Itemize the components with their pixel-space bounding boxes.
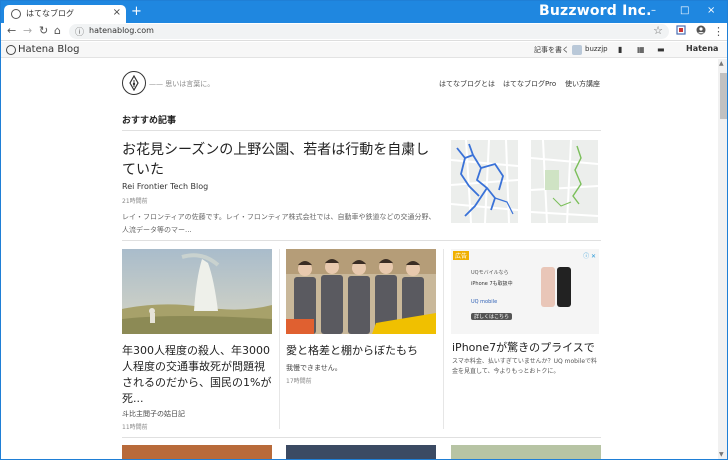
ad-line-2: iPhone 7も取扱中 [471,281,513,287]
site-tagline: —— 思いは言葉に。 [149,80,215,88]
hatena-header: Hatena Blog 記事を書く buzzjp ▮ ▦ ▬ Hatena [1,42,727,58]
featured-map-image-2[interactable] [531,140,598,223]
bookmark-icon[interactable]: ▮ [618,45,622,54]
nav-guide-link[interactable]: 使い方講座 [565,79,600,89]
card-1-title[interactable]: 年300人程度の殺人、年3000人程度の交通事故死が問題視されるのだから、国民の… [122,343,272,407]
card-1-time: 11時間前 [122,424,148,431]
tab-title: はてなブログ [26,9,74,18]
column-divider-2 [443,249,444,429]
next-card-image-1[interactable] [122,445,272,459]
browser-window: はてなブログ × + Buzzword Inc. – □ × ← → ↻ ⌂ ⓘ… [0,0,728,460]
home-button[interactable]: ⌂ [54,24,61,37]
hatena-blog-logo[interactable]: Hatena Blog [18,44,79,55]
scroll-down-icon[interactable]: ▼ [719,451,724,458]
featured-author[interactable]: Rei Frontier Tech Blog [122,182,208,191]
ad-close-icon[interactable]: ⓘ ✕ [583,251,596,260]
bookmark-star-icon[interactable]: ☆ [653,24,663,37]
scrollbar-thumb[interactable] [720,73,727,119]
card-2-image[interactable] [286,249,436,334]
reload-button[interactable]: ↻ [39,24,48,37]
nav-about-link[interactable]: はてなブログとは [439,79,495,89]
next-card-image-2[interactable] [286,445,436,459]
back-button[interactable]: ← [7,24,16,37]
featured-title[interactable]: お花見シーズンの上野公園、若者は行動を自粛していた [122,140,442,180]
browser-tab[interactable]: はてなブログ × [4,5,126,23]
minimize-button[interactable]: – [651,5,656,16]
page-content: —— 思いは言葉に。 はてなブログとは はてなブログPro 使い方講座 おすすめ… [1,59,718,459]
column-divider [279,249,280,429]
info-icon[interactable]: ⓘ [75,25,84,38]
url-text[interactable]: hatenablog.com [89,26,154,35]
scroll-up-icon[interactable]: ▲ [719,60,724,67]
ad-title[interactable]: iPhone7が驚きのプライスで [452,339,595,355]
hatena-brand-link[interactable]: Hatena [686,44,718,53]
featured-divider [122,240,601,241]
ad-cta-button[interactable]: 詳しくはこちら [471,313,513,320]
title-bar: はてなブログ × + Buzzword Inc. – □ × [1,1,727,23]
maximize-button[interactable]: □ [680,5,689,16]
next-card-image-3[interactable] [451,445,601,459]
user-menu[interactable]: buzzjp [585,45,608,53]
ad-line-1: UQモバイルなら [471,270,509,276]
card-2-time: 17時間前 [286,378,312,385]
card-1-author[interactable]: 斗比主閲子の姑日記 [122,409,185,419]
apps-grid-icon[interactable]: ▦ [637,45,645,54]
close-window-button[interactable]: × [707,5,715,16]
forward-button[interactable]: → [23,24,32,37]
notifications-icon[interactable]: ▬ [657,45,665,54]
card-2-author[interactable]: 我慢できません。 [286,363,342,373]
profile-icon[interactable] [696,25,706,38]
cards-divider [122,437,601,438]
extension-icon[interactable] [676,25,686,38]
tab-close-icon[interactable]: × [113,7,121,18]
section-title: おすすめ記事 [122,116,177,126]
featured-time: 21時間前 [122,198,148,205]
hatena-blog-logo-icon [6,45,16,55]
nav-pro-link[interactable]: はてなブログPro [503,79,556,89]
brand-overlay: Buzzword Inc. [539,3,652,19]
address-bar[interactable]: ⓘ hatenablog.com ☆ [69,24,669,39]
ad-description: スマホ料金、払いすぎていませんか？UQ mobileで料金を見直して、今よりもっ… [452,358,598,375]
scrollbar[interactable] [718,59,727,459]
avatar[interactable] [572,45,582,55]
browser-toolbar: ← → ↻ ⌂ ⓘ hatenablog.com ☆ ⋮ [1,23,727,41]
card-2-title[interactable]: 愛と格差と棚からぼたもち [286,343,441,359]
featured-map-image-1[interactable] [451,140,518,223]
new-tab-button[interactable]: + [131,5,142,19]
ad-logo: UQ mobile [471,299,498,305]
pen-nib-logo-icon[interactable] [122,71,146,95]
menu-kebab-icon[interactable]: ⋮ [713,25,724,38]
ad-banner[interactable]: 広告 ⓘ ✕ UQモバイルなら iPhone 7も取扱中 UQ mobile 詳… [451,249,599,334]
write-article-link[interactable]: 記事を書く [534,45,569,55]
section-divider [122,130,601,131]
card-1-image[interactable] [122,249,272,334]
hatena-favicon-icon [11,9,21,19]
phone-image [541,267,555,307]
featured-description: レイ・フロンティアの佐藤です。レイ・フロンティア株式会社では、自動車や鉄道などの… [122,213,436,234]
ad-badge: 広告 [453,251,470,260]
phone-image-2 [557,267,571,307]
